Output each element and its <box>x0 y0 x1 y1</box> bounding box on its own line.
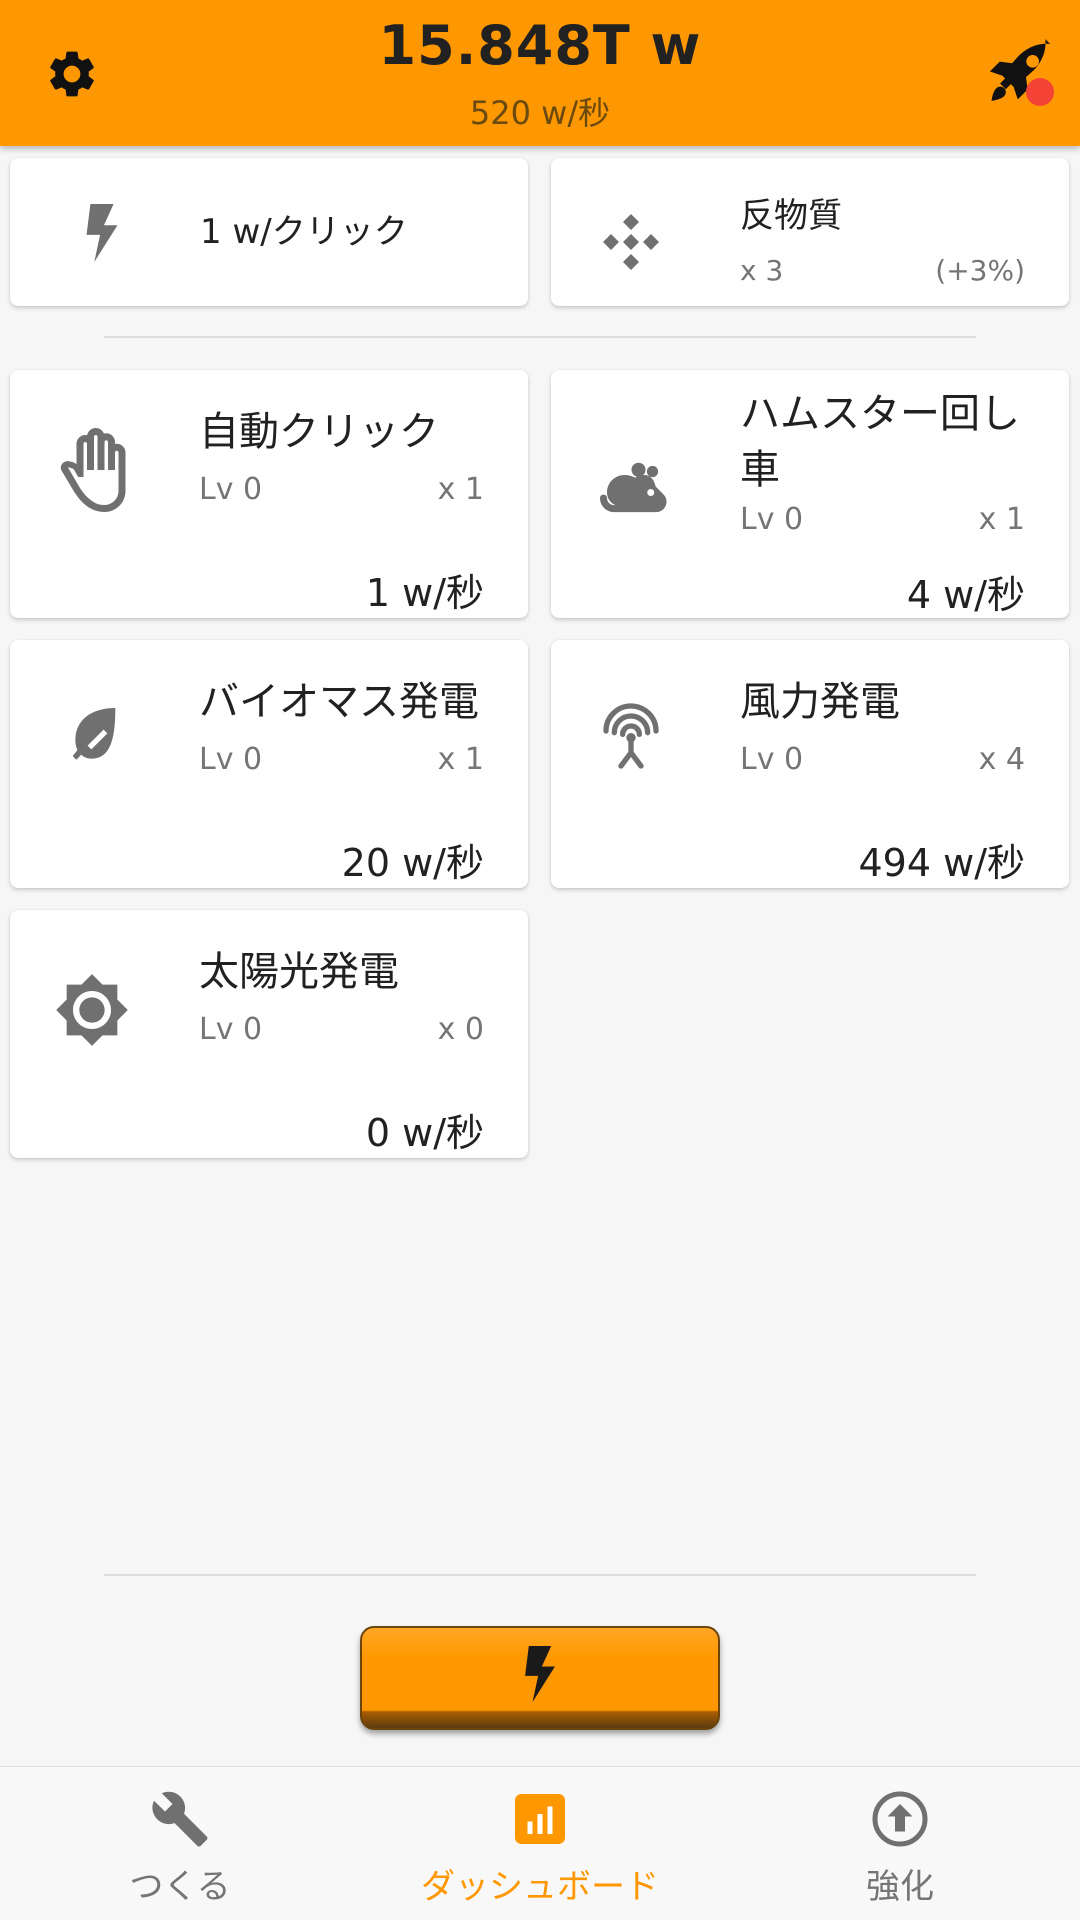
app-header: 15.848T w 520 w/秒 <box>0 0 1080 146</box>
nav-item-upgrade[interactable]: 強化 <box>720 1767 1080 1920</box>
generator-card-biomass[interactable]: バイオマス発電 Lv 0 x 1 20 w/秒 <box>10 640 528 888</box>
generate-power-button[interactable] <box>360 1626 720 1730</box>
nav-item-build[interactable]: つくる <box>0 1767 360 1920</box>
generator-count: x 1 <box>437 472 484 507</box>
wind-tower-icon <box>603 703 659 769</box>
generator-level: Lv 0 <box>199 742 263 777</box>
bolt-icon <box>525 1646 555 1702</box>
bottom-divider <box>104 1574 976 1576</box>
generator-rate: 494 w/秒 <box>858 841 1026 885</box>
generator-card-solar[interactable]: 太陽光発電 Lv 0 x 0 0 w/秒 <box>10 910 528 1158</box>
generator-count: x 1 <box>978 502 1025 537</box>
generator-rate: 4 w/秒 <box>906 573 1025 617</box>
antimatter-card[interactable]: 反物質 x 3 (+3%) <box>551 158 1069 306</box>
generator-level: Lv 0 <box>740 742 804 777</box>
section-divider <box>104 336 976 338</box>
generator-name: ハムスター回し車 <box>740 391 1020 493</box>
antimatter-bonus: (+3%) <box>935 254 1025 287</box>
generator-count: x 1 <box>437 742 484 777</box>
generator-card-wind[interactable]: 風力発電 Lv 0 x 4 494 w/秒 <box>551 640 1069 888</box>
generator-level: Lv 0 <box>199 472 263 507</box>
antimatter-name: 反物質 <box>740 196 842 236</box>
generator-rate: 0 w/秒 <box>365 1111 484 1155</box>
nav-item-dashboard[interactable]: ダッシュボード <box>360 1767 720 1920</box>
bolt-icon <box>86 204 118 262</box>
nav-label: ダッシュボード <box>421 1867 659 1907</box>
nav-label: つくる <box>129 1867 231 1907</box>
rodent-icon <box>600 462 667 513</box>
total-power-display: 15.848T w <box>378 14 702 77</box>
generator-name: 太陽光発電 <box>199 949 399 995</box>
sun-icon <box>56 974 128 1046</box>
generator-count: x 0 <box>437 1012 484 1047</box>
generator-card-hamster-wheel[interactable]: ハムスター回し車 Lv 0 x 1 4 w/秒 <box>551 370 1069 618</box>
power-rate-display: 520 w/秒 <box>469 94 611 132</box>
click-power-label: 1 w/クリック <box>200 212 408 252</box>
antimatter-icon <box>603 214 659 270</box>
generator-rate: 20 w/秒 <box>341 841 484 885</box>
generator-level: Lv 0 <box>740 502 804 537</box>
generator-name: 風力発電 <box>740 679 900 725</box>
upgrade-icon <box>872 1791 928 1847</box>
wrench-icon <box>152 1791 208 1847</box>
generator-rate: 1 w/秒 <box>365 571 484 615</box>
bottom-navigation: つくる ダッシュボード 強化 <box>0 1766 1080 1920</box>
antimatter-count: x 3 <box>740 254 784 287</box>
dashboard-icon <box>515 1794 565 1844</box>
nav-label: 強化 <box>866 1867 934 1907</box>
notification-dot <box>1026 78 1054 106</box>
generator-name: 自動クリック <box>199 409 439 455</box>
generator-level: Lv 0 <box>199 1012 263 1047</box>
generator-count: x 4 <box>978 742 1025 777</box>
click-power-card[interactable]: 1 w/クリック <box>10 158 528 306</box>
generator-name: バイオマス発電 <box>199 679 479 725</box>
leaf-icon <box>72 708 116 760</box>
hand-icon <box>60 428 126 512</box>
generator-card-auto-click[interactable]: 自動クリック Lv 0 x 1 1 w/秒 <box>10 370 528 618</box>
